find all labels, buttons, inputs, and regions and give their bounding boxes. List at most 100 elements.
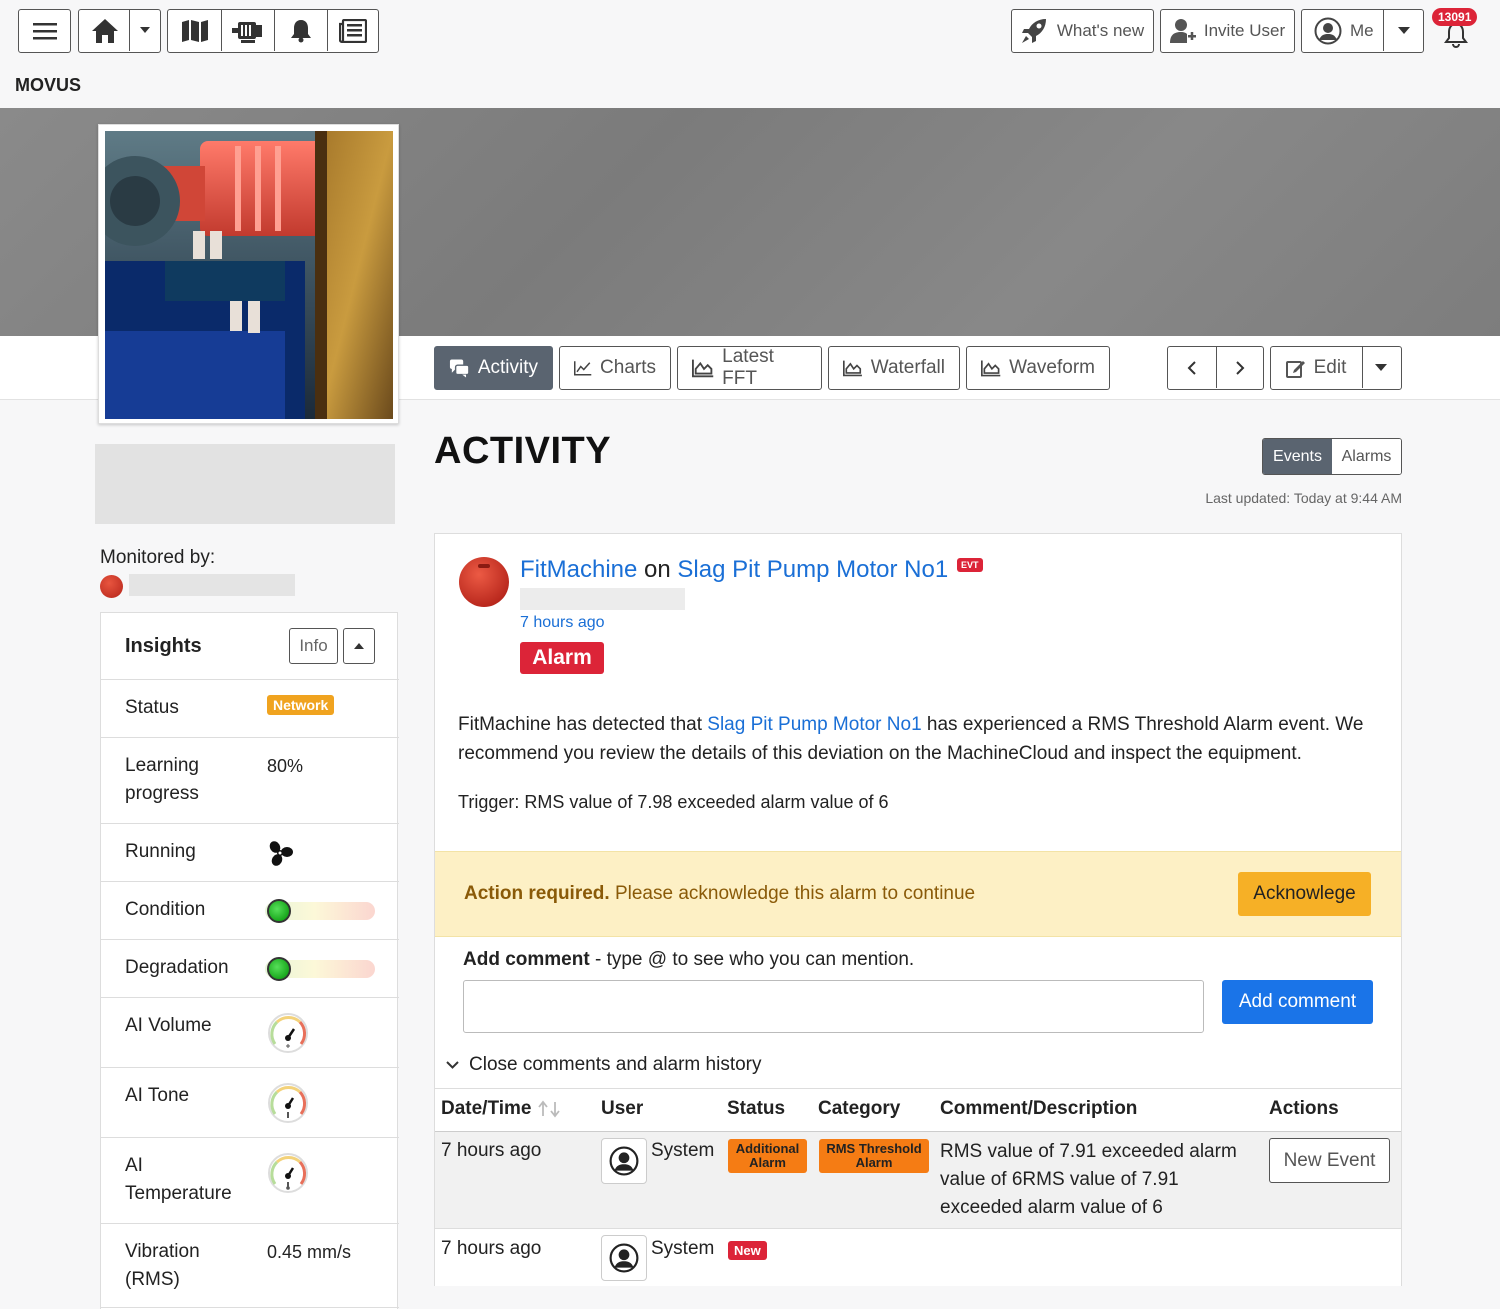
brand-name: MOVUS xyxy=(15,75,82,95)
me-button[interactable]: Me xyxy=(1301,9,1424,53)
bell-icon xyxy=(291,19,311,42)
action-required-text: Action required. Please acknowledge this… xyxy=(464,883,975,905)
event-trigger: Trigger: RMS value of 7.98 exceeded alar… xyxy=(458,792,889,812)
home-icon xyxy=(92,19,118,43)
comment-input[interactable] xyxy=(463,980,1204,1033)
user-plus-icon xyxy=(1169,19,1196,43)
invite-user-label: Invite User xyxy=(1203,21,1286,40)
caret-up-icon xyxy=(354,643,364,649)
alarms-toggle-button[interactable]: Alarms xyxy=(1332,439,1401,474)
category-badge: RMS Threshold Alarm xyxy=(819,1139,929,1173)
whats-new-label: What's new xyxy=(1056,21,1145,40)
avatar xyxy=(601,1235,647,1281)
edit-icon xyxy=(1285,360,1305,378)
sort-icon xyxy=(538,1100,561,1118)
sensor-icon xyxy=(100,575,123,598)
vibration-value: 0.45 mm/s xyxy=(267,1242,352,1262)
user-circle-icon xyxy=(609,1146,639,1176)
notifications-button[interactable]: 13091 xyxy=(1432,8,1478,50)
add-comment-label: Add comment - type @ to see who you can … xyxy=(463,949,914,971)
menu-button[interactable] xyxy=(18,9,71,53)
event-description-prefix: FitMachine has detected that xyxy=(458,714,708,735)
tab-latest-fft[interactable]: Latest FFT xyxy=(677,346,822,390)
reports-button[interactable] xyxy=(328,10,378,51)
avatar xyxy=(601,1138,647,1184)
column-header-user: User xyxy=(601,1098,644,1119)
map-icon xyxy=(181,19,208,42)
invite-user-button[interactable]: Invite User xyxy=(1160,9,1295,53)
monitored-by-label: Monitored by: xyxy=(100,547,216,568)
tab-charts-label: Charts xyxy=(600,357,656,378)
events-toggle-button[interactable]: Events xyxy=(1263,439,1332,474)
user-circle-icon xyxy=(609,1243,639,1273)
close-history-toggle[interactable]: Close comments and alarm history xyxy=(446,1054,762,1076)
column-header-datetime[interactable]: Date/Time xyxy=(441,1098,561,1120)
ai-tone-gauge-icon xyxy=(268,1083,308,1123)
area-chart-icon xyxy=(981,360,1001,377)
view-toggle: Events Alarms xyxy=(1262,438,1402,475)
edit-label: Edit xyxy=(1313,356,1347,378)
event-time[interactable]: 7 hours ago xyxy=(520,614,605,632)
add-comment-hint: - type @ to see who you can mention. xyxy=(589,949,915,970)
tab-charts[interactable]: Charts xyxy=(559,346,671,390)
action-required-banner: Action required. Please acknowledge this… xyxy=(435,851,1401,937)
map-button[interactable] xyxy=(168,10,221,51)
chevron-left-icon xyxy=(1187,360,1196,375)
ai-volume-gauge-icon xyxy=(268,1013,308,1053)
ai-temperature-gauge-icon xyxy=(268,1153,308,1193)
collapse-button[interactable] xyxy=(343,628,375,664)
tab-activity-label: Activity xyxy=(477,357,538,378)
edit-group: Edit xyxy=(1270,346,1402,390)
caret-down-icon[interactable] xyxy=(140,27,150,33)
new-event-button[interactable]: New Event xyxy=(1269,1138,1390,1183)
history-table-top-border xyxy=(435,1088,1401,1089)
caret-down-icon[interactable] xyxy=(1398,27,1410,34)
insight-row-condition: Condition xyxy=(101,881,399,939)
tab-waveform[interactable]: Waveform xyxy=(966,346,1110,390)
machine-name-placeholder xyxy=(95,444,395,524)
area-chart-icon xyxy=(692,359,714,378)
chevron-down-icon xyxy=(446,1061,459,1069)
event-description: FitMachine has detected that Slag Pit Pu… xyxy=(458,710,1378,768)
edit-button[interactable]: Edit xyxy=(1271,347,1361,388)
previous-button[interactable] xyxy=(1168,347,1216,388)
event-description-machine-link[interactable]: Slag Pit Pump Motor No1 xyxy=(707,714,921,735)
column-header-actions: Actions xyxy=(1269,1098,1339,1119)
home-button[interactable] xyxy=(78,9,161,53)
acknowledge-button[interactable]: Acknowlege xyxy=(1238,872,1371,916)
column-header-status: Status xyxy=(727,1098,786,1119)
tab-latest-fft-label: Latest FFT xyxy=(722,346,774,389)
add-comment-bold: Add comment xyxy=(463,949,590,970)
whats-new-button[interactable]: What's new xyxy=(1011,9,1154,53)
event-machine-link[interactable]: Slag Pit Pump Motor No1 xyxy=(677,556,948,583)
insight-row-learning: Learning progress 80% xyxy=(101,737,399,823)
ai-tone-label: AI Tone xyxy=(125,1085,190,1106)
event-source-link[interactable]: FitMachine xyxy=(520,556,637,583)
hamburger-icon xyxy=(32,23,57,40)
row-time: 7 hours ago xyxy=(441,1140,542,1161)
rocket-icon xyxy=(1021,19,1046,43)
add-comment-button[interactable]: Add comment xyxy=(1222,980,1373,1024)
notification-count-badge: 13091 xyxy=(1432,8,1478,26)
next-button[interactable] xyxy=(1217,347,1263,388)
info-button[interactable]: Info xyxy=(289,628,338,664)
row-description: RMS value of 7.91 exceeded alarm value o… xyxy=(940,1141,1237,1218)
action-required-message: Please acknowledge this alarm to continu… xyxy=(609,883,976,904)
chevron-right-icon xyxy=(1236,360,1245,375)
caret-down-icon[interactable] xyxy=(1375,364,1387,371)
tab-activity[interactable]: Activity xyxy=(434,346,553,390)
row-time: 7 hours ago xyxy=(441,1238,542,1259)
newspaper-icon xyxy=(339,18,367,43)
machines-button[interactable] xyxy=(222,10,274,51)
event-on-text: on xyxy=(644,556,671,583)
status-badge: New xyxy=(728,1241,767,1260)
insight-row-ai-tone: AI Tone xyxy=(101,1067,399,1137)
tab-waterfall[interactable]: Waterfall xyxy=(828,346,960,390)
area-chart-icon xyxy=(843,360,862,377)
alarms-nav-button[interactable] xyxy=(275,10,327,51)
ai-volume-label: AI Volume xyxy=(125,1015,212,1036)
insight-row-degradation: Degradation xyxy=(101,939,399,997)
tab-waterfall-label: Waterfall xyxy=(870,357,945,378)
user-circle-icon xyxy=(1314,17,1342,45)
vibration-label: Vibration (RMS) xyxy=(125,1241,200,1290)
